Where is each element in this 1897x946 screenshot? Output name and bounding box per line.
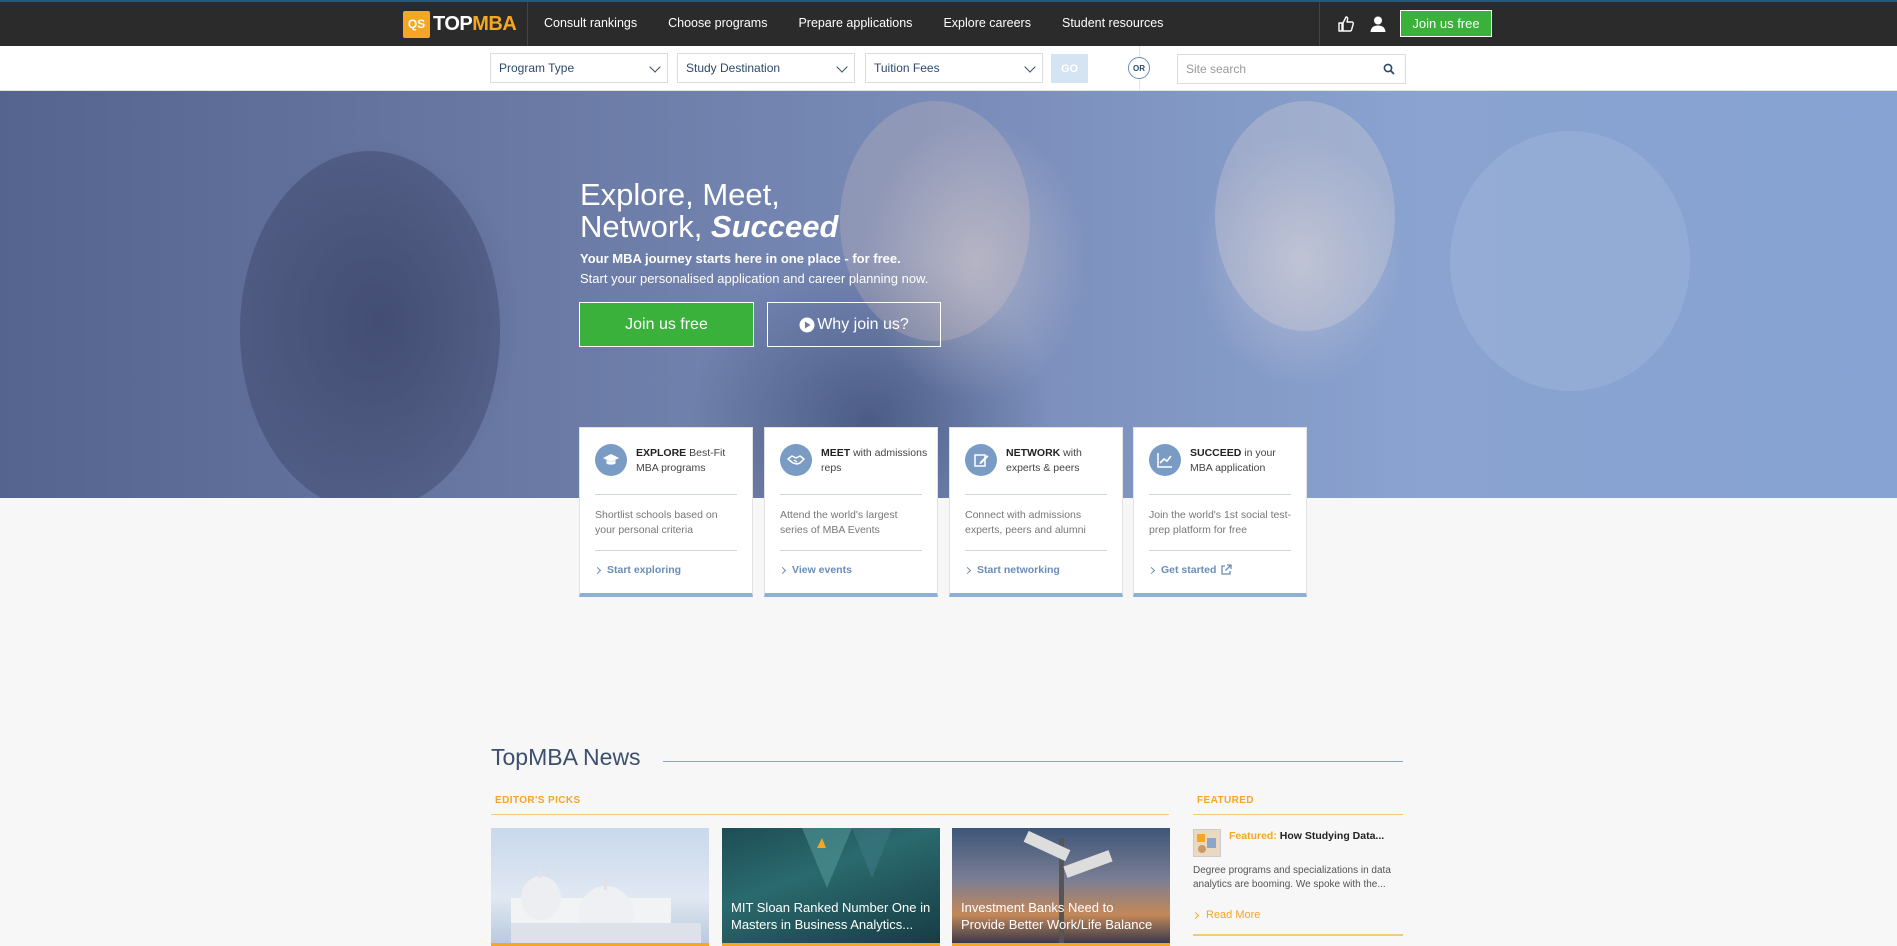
hero-photo-shape: [1215, 101, 1395, 331]
chevron-right-icon: [1191, 911, 1200, 919]
news-section-title: TopMBA News: [491, 744, 641, 770]
chart-icon: [1149, 444, 1181, 476]
network-card[interactable]: NETWORK with experts & peers Connect wit…: [949, 427, 1123, 597]
hero-join-button[interactable]: Join us free: [579, 302, 754, 347]
get-started-link[interactable]: Get started: [1147, 564, 1233, 576]
start-networking-link[interactable]: Start networking: [963, 564, 1060, 576]
thumbs-up-icon[interactable]: [1336, 14, 1356, 34]
read-more-link[interactable]: Read More: [1191, 909, 1260, 921]
editors-picks-label: EDITOR'S PICKS: [495, 795, 581, 806]
nav-divider: [527, 2, 528, 46]
user-icon[interactable]: [1368, 14, 1388, 34]
program-filter-bar: Program Type Study Destination Tuition F…: [0, 46, 1897, 91]
nav-choose-programs[interactable]: Choose programs: [668, 16, 767, 30]
hero-description: Start your personalised application and …: [580, 271, 929, 286]
featured-article-title[interactable]: Featured: How Studying Data...: [1229, 830, 1384, 842]
featured-label: FEATURED: [1197, 795, 1254, 806]
why-join-button[interactable]: Why join us?: [767, 302, 941, 347]
go-button[interactable]: GO: [1051, 54, 1088, 83]
chevron-down-icon: [836, 61, 848, 73]
nav-prepare-applications[interactable]: Prepare applications: [798, 16, 912, 30]
news-image-building: [511, 868, 701, 943]
start-exploring-link[interactable]: Start exploring: [593, 564, 681, 576]
tuition-fees-select[interactable]: Tuition Fees: [865, 53, 1043, 83]
nav-explore-careers[interactable]: Explore careers: [943, 16, 1031, 30]
or-badge: OR: [1128, 57, 1150, 79]
handshake-icon: [780, 444, 812, 476]
edit-icon: [965, 444, 997, 476]
chevron-right-icon: [963, 566, 972, 574]
hero-photo-shape: [1450, 131, 1690, 391]
chevron-right-icon: [1147, 566, 1156, 574]
news-card-3[interactable]: Investment Banks Need to Provide Better …: [952, 828, 1170, 946]
graduation-cap-icon: [595, 444, 627, 476]
main-nav-links: Consult rankings Choose programs Prepare…: [544, 16, 1194, 30]
site-search-input[interactable]: Site search: [1177, 54, 1406, 84]
news-card-2[interactable]: MIT Sloan Ranked Number One in Masters i…: [722, 828, 940, 946]
hero-subtitle: Your MBA journey starts here in one plac…: [580, 251, 901, 266]
nav-consult-rankings[interactable]: Consult rankings: [544, 16, 637, 30]
news-card-1[interactable]: [491, 828, 709, 946]
chevron-right-icon: [778, 566, 787, 574]
hero-title: Explore, Meet, Network, Succeed: [580, 177, 839, 244]
external-link-icon: [1221, 564, 1233, 575]
join-free-button[interactable]: Join us free: [1400, 10, 1492, 37]
study-destination-select[interactable]: Study Destination: [677, 53, 855, 83]
nav-student-resources[interactable]: Student resources: [1062, 16, 1163, 30]
explore-card[interactable]: EXPLORE Best-Fit MBA programs Shortlist …: [579, 427, 753, 597]
chevron-right-icon: [593, 566, 602, 574]
logo-text-top: TOP: [433, 12, 473, 35]
featured-article-excerpt: Degree programs and specializations in d…: [1193, 865, 1391, 890]
program-type-select[interactable]: Program Type: [490, 53, 668, 83]
logo-text-mba: MBA: [472, 12, 517, 35]
hero-photo-shape: [240, 151, 500, 498]
featured-thumbnail[interactable]: [1193, 829, 1221, 857]
topmba-logo[interactable]: QS TOPMBA: [403, 10, 517, 38]
qs-logo-badge: QS: [403, 10, 430, 38]
search-icon[interactable]: [1383, 63, 1395, 75]
play-icon: [799, 317, 815, 332]
top-navbar: QS TOPMBA Consult rankings Choose progra…: [0, 0, 1897, 46]
nav-divider-right: [1319, 2, 1320, 46]
chevron-down-icon: [1024, 61, 1036, 73]
view-events-link[interactable]: View events: [778, 564, 852, 576]
succeed-card[interactable]: SUCCEED in your MBA application Join the…: [1133, 427, 1307, 597]
meet-card[interactable]: MEET with admissions reps Attend the wor…: [764, 427, 938, 597]
chevron-down-icon: [649, 61, 661, 73]
